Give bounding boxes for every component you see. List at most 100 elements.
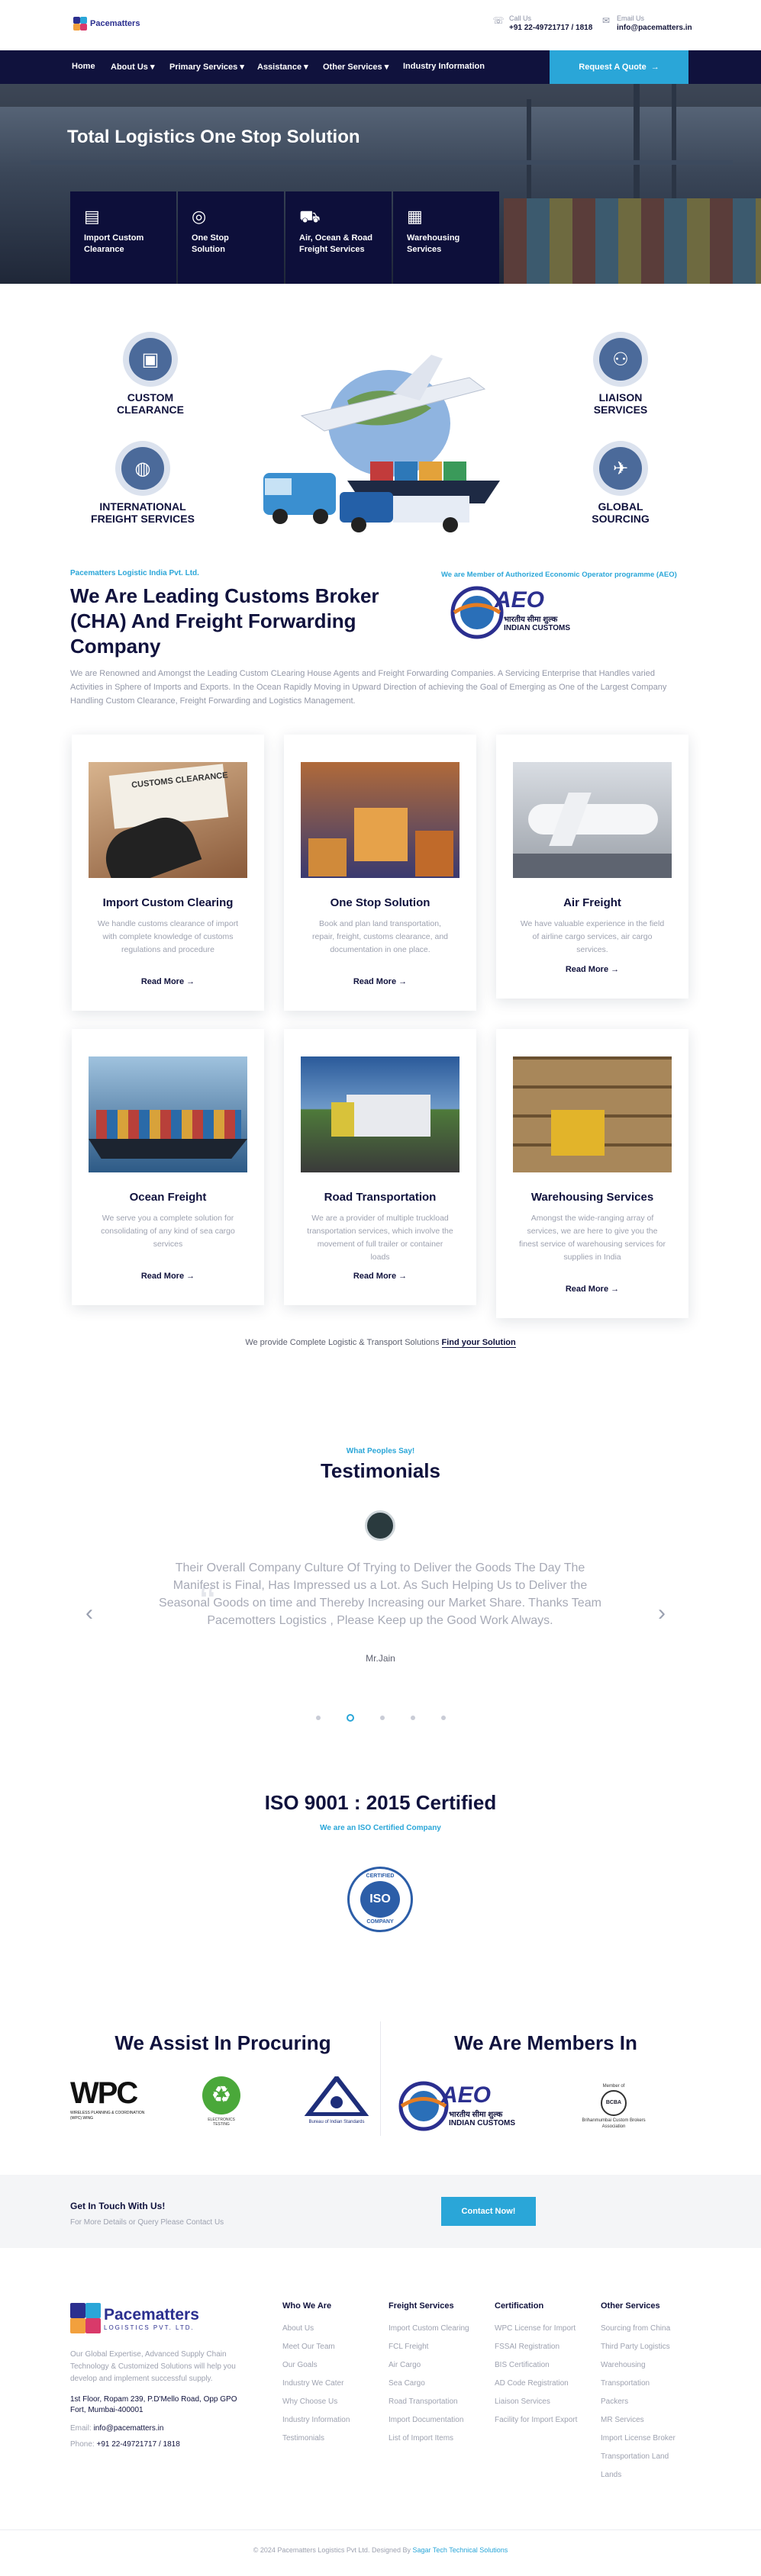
footer-link[interactable]: FSSAI Registration	[495, 2338, 577, 2356]
read-more-link[interactable]: Read More →	[496, 965, 688, 974]
footer-link[interactable]: Meet Our Team	[282, 2338, 350, 2356]
footer-link[interactable]: Liaison Services	[495, 2393, 577, 2411]
recycle-icon: ♻	[202, 2076, 240, 2115]
nav-other-services[interactable]: Other Services ▾	[323, 62, 389, 72]
service-card[interactable]: One Stop Solution Book and plan land tra…	[284, 735, 476, 1011]
call-value: +91 22-49721717 / 1818	[509, 24, 593, 32]
hero-tile-one-stop[interactable]: ◎ One Stop Solution	[178, 191, 284, 284]
aeo-logo-text: AEO	[495, 587, 545, 613]
wpc-logo-text: WPC	[70, 2076, 138, 2110]
read-more-link[interactable]: Read More →	[284, 1272, 476, 1281]
nav-about[interactable]: About Us ▾	[111, 62, 154, 72]
carousel-dots	[0, 1712, 761, 1722]
chevron-down-icon: ▾	[304, 63, 308, 72]
footer-link[interactable]: Testimonials	[282, 2430, 350, 2448]
bcba-top: Member of	[602, 2084, 625, 2089]
aeo-logo-sub1: भारतीय सीमा शुल्क	[449, 2111, 503, 2119]
etdc-logo: ♻ ELECTRONICS TESTING	[200, 2076, 243, 2130]
footer-logo[interactable]: Pacematters LOGISTICS PVT. LTD.	[70, 2303, 199, 2333]
hero-tile-customs[interactable]: ▤ Import Custom Clearance	[70, 191, 176, 284]
phone-icon: ☏	[492, 15, 505, 26]
service-card[interactable]: Road Transportation We are a provider of…	[284, 1029, 476, 1305]
tile-line: Warehousing	[407, 233, 460, 243]
footer-phone[interactable]: Phone: +91 22-49721717 / 1818	[70, 2440, 180, 2449]
read-more-link[interactable]: Read More →	[72, 977, 264, 986]
read-more-link[interactable]: Read More →	[284, 977, 476, 986]
logistics-illustration	[263, 355, 500, 532]
footer-logo-text: Pacematters	[104, 2305, 199, 2324]
footer-link[interactable]: BIS Certification	[495, 2356, 577, 2375]
read-more-link[interactable]: Read More →	[72, 1272, 264, 1281]
footer-link[interactable]: Third Party Logistics	[601, 2338, 676, 2356]
service-card[interactable]: CUSTOMS CLEARANCE Import Custom Clearing…	[72, 735, 264, 1011]
carousel-dot-active[interactable]	[346, 1713, 354, 1722]
footer-link[interactable]: Transportation Land	[601, 2448, 676, 2466]
cargo-plane-image	[513, 762, 672, 878]
service-international-freight: ◍ INTERNATIONAL FREIGHT SERVICES	[88, 441, 198, 525]
carousel-dot[interactable]	[410, 1715, 415, 1720]
hero-tile-freight[interactable]: ⛟ Air, Ocean & Road Freight Services	[285, 191, 392, 284]
footer-link[interactable]: Road Transportation	[389, 2393, 469, 2411]
footer-link[interactable]: Lands	[601, 2466, 676, 2484]
find-solution-link[interactable]: Find your Solution	[441, 1338, 516, 1348]
footer-link[interactable]: Our Goals	[282, 2356, 350, 2375]
footer-link[interactable]: Why Choose Us	[282, 2393, 350, 2411]
footer-link[interactable]: Industry We Cater	[282, 2375, 350, 2393]
footer-link[interactable]: FCL Freight	[389, 2338, 469, 2356]
tile-line: Freight Services	[299, 245, 365, 254]
service-card[interactable]: Ocean Freight We serve you a complete so…	[72, 1029, 264, 1305]
footer-link[interactable]: Import Documentation	[389, 2411, 469, 2430]
service-card[interactable]: Warehousing Services Amongst the wide-ra…	[496, 1029, 688, 1318]
card-desc: We handle customs clearance of import wi…	[97, 919, 239, 954]
aeo-logo-sub2: INDIAN CUSTOMS	[449, 2119, 516, 2127]
carousel-dot[interactable]	[440, 1715, 446, 1720]
arrow-right-icon: →	[398, 977, 408, 986]
footer-link[interactable]: MR Services	[601, 2411, 676, 2430]
read-more-link[interactable]: Read More →	[496, 1285, 688, 1294]
footer-link[interactable]: WPC License for Import	[495, 2320, 577, 2338]
footer-link[interactable]: List of Import Items	[389, 2430, 469, 2448]
card-desc: We serve you a complete solution for con…	[101, 1214, 235, 1249]
footer-link[interactable]: Warehousing	[601, 2356, 676, 2375]
designer-link[interactable]: Sagar Tech Technical Solutions	[413, 2546, 508, 2554]
footer-link[interactable]: AD Code Registration	[495, 2375, 577, 2393]
nav-primary-services[interactable]: Primary Services ▾	[169, 62, 244, 72]
service-card[interactable]: Air Freight We have valuable experience …	[496, 735, 688, 999]
customs-document-image: CUSTOMS CLEARANCE	[89, 762, 247, 878]
footer-link[interactable]: Industry Information	[282, 2411, 350, 2430]
footer-link[interactable]: Import License Broker	[601, 2430, 676, 2448]
logo-icon	[70, 2303, 101, 2333]
footer-link[interactable]: Air Cargo	[389, 2356, 469, 2375]
call-us[interactable]: ☏ Call Us +91 22-49721717 / 1818	[492, 14, 592, 32]
carousel-dot[interactable]	[379, 1715, 385, 1720]
prev-arrow-icon[interactable]: ‹	[85, 1600, 93, 1626]
next-arrow-icon[interactable]: ›	[658, 1600, 666, 1626]
nav-assistance[interactable]: Assistance ▾	[257, 62, 308, 72]
footer-email[interactable]: Email: info@pacematters.in	[70, 2424, 163, 2433]
bcba-emblem: BCBA	[601, 2090, 627, 2116]
request-quote-button[interactable]: Request A Quote →	[550, 50, 688, 84]
footer-link[interactable]: Sea Cargo	[389, 2375, 469, 2393]
email-us[interactable]: ✉ Email Us info@pacematters.in	[600, 14, 692, 32]
tile-line: Clearance	[84, 245, 124, 254]
footer-link[interactable]: Transportation	[601, 2375, 676, 2393]
nav-home[interactable]: Home	[72, 62, 95, 71]
footer-link[interactable]: Packers	[601, 2393, 676, 2411]
footer-link[interactable]: Sourcing from China	[601, 2320, 676, 2338]
email-value: info@pacematters.in	[617, 24, 692, 32]
footer-column-freight: Freight Services Import Custom Clearing …	[389, 2301, 469, 2448]
header-logo[interactable]: Pacematters	[73, 17, 140, 31]
footer-phone-label: Phone:	[70, 2440, 95, 2449]
nav-industry-info[interactable]: Industry Information	[403, 62, 485, 71]
call-label: Call Us	[509, 14, 532, 22]
testimonial-quote: Their Overall Company Culture Of Trying …	[159, 1561, 601, 1627]
footer-link[interactable]: Facility for Import Export	[495, 2411, 577, 2430]
svc-line: FREIGHT SERVICES	[91, 513, 195, 525]
carousel-dot[interactable]	[315, 1715, 321, 1720]
hero-tile-warehousing[interactable]: ▦ Warehousing Services	[393, 191, 499, 284]
aeo-logo: AEO भारतीय सीमा शुल्क INDIAN CUSTOMS	[450, 586, 588, 639]
footer-phone-value: +91 22-49721717 / 1818	[96, 2440, 180, 2449]
contact-now-button[interactable]: Contact Now!	[441, 2197, 536, 2226]
footer-link[interactable]: Import Custom Clearing	[389, 2320, 469, 2338]
footer-link[interactable]: About Us	[282, 2320, 350, 2338]
